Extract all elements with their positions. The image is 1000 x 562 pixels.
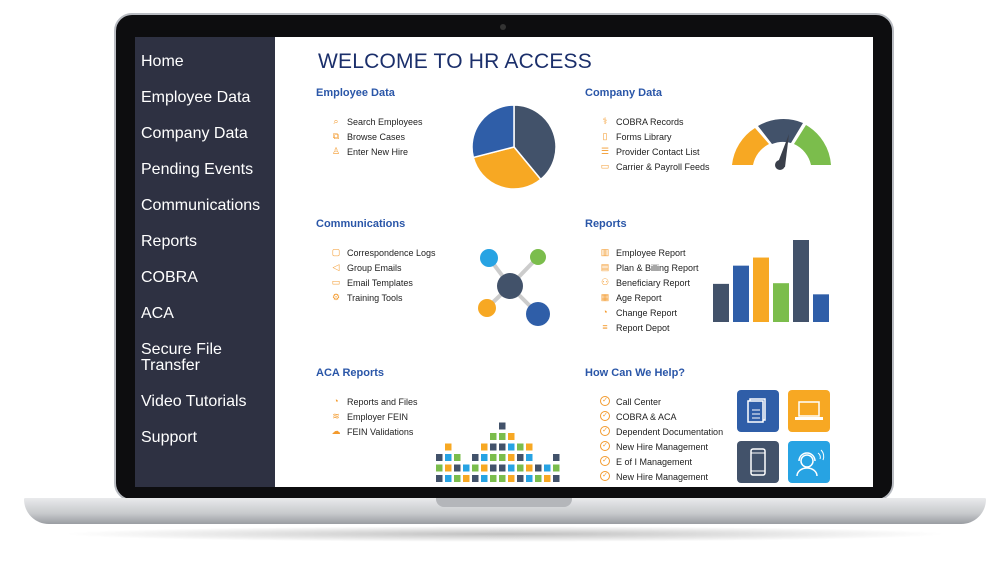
- mosaic-square: [472, 464, 479, 472]
- mosaic-square: [508, 454, 515, 461]
- mobile-tile[interactable]: [737, 441, 779, 483]
- mosaic-square: [544, 464, 551, 472]
- mosaic-square: [445, 475, 452, 482]
- mosaic-square: [544, 475, 551, 482]
- mosaic-square: [526, 464, 533, 472]
- mosaic-square: [481, 464, 488, 472]
- document-icon: [747, 398, 766, 423]
- mosaic-square: [508, 475, 515, 482]
- mosaic-square: [517, 454, 524, 461]
- mosaic-square: [553, 464, 560, 472]
- mosaic-square: [490, 464, 497, 472]
- report-bar: [753, 257, 769, 322]
- mosaic-square: [445, 464, 452, 472]
- report-bar: [713, 283, 729, 322]
- mosaic-square: [454, 464, 461, 472]
- headset-icon: [796, 449, 825, 477]
- mosaic-square: [517, 475, 524, 482]
- mosaic-square: [490, 433, 497, 440]
- mosaic-square: [436, 464, 443, 472]
- mosaic-square: [499, 454, 506, 461]
- support-tile[interactable]: [788, 441, 830, 483]
- mosaic-square: [490, 443, 497, 451]
- mosaic-square: [499, 422, 506, 430]
- gauge-segment-green: [794, 125, 831, 165]
- laptop-tile[interactable]: [788, 390, 830, 432]
- gauge-segment-orange: [732, 128, 769, 165]
- network-node: [478, 299, 496, 317]
- mosaic-square: [481, 443, 488, 451]
- report-bar: [813, 294, 829, 322]
- network-node: [526, 302, 550, 326]
- mosaic-square: [526, 443, 533, 451]
- mosaic-square: [463, 464, 470, 472]
- aca-mosaic-graphic: [436, 422, 560, 482]
- mosaic-square: [526, 454, 533, 461]
- mosaic-square: [472, 475, 479, 482]
- laptop-notch: [436, 498, 572, 507]
- mosaic-square: [535, 464, 542, 472]
- mosaic-square: [535, 475, 542, 482]
- mosaic-square: [445, 443, 452, 451]
- mosaic-square: [445, 454, 452, 461]
- mosaic-square: [499, 443, 506, 451]
- report-bar: [793, 240, 809, 322]
- documents-tile[interactable]: [737, 390, 779, 432]
- mosaic-square: [436, 475, 443, 482]
- mosaic-square: [517, 443, 524, 451]
- mosaic-square: [481, 475, 488, 482]
- report-bar: [733, 265, 749, 322]
- mosaic-square: [508, 464, 515, 472]
- webcam: [500, 24, 506, 30]
- mosaic-square: [499, 475, 506, 482]
- mosaic-square: [508, 443, 515, 451]
- mosaic-square: [517, 464, 524, 472]
- mosaic-square: [499, 464, 506, 472]
- report-bar: [773, 283, 789, 322]
- network-graphic: [478, 249, 550, 326]
- laptop-icon: [795, 401, 823, 420]
- mosaic-square: [436, 454, 443, 461]
- mosaic-square: [499, 433, 506, 440]
- mosaic-square: [454, 475, 461, 482]
- mosaic-square: [508, 433, 515, 440]
- mosaic-square: [553, 475, 560, 482]
- report-bars-graphic: [713, 240, 829, 322]
- network-node: [530, 249, 546, 265]
- pie-graphic: [471, 104, 557, 190]
- laptop-shadow: [60, 526, 950, 542]
- mosaic-square: [454, 454, 461, 461]
- network-hub: [497, 273, 523, 299]
- mosaic-square: [472, 454, 479, 461]
- mosaic-square: [526, 475, 533, 482]
- gauge-graphic: [732, 119, 831, 170]
- mosaic-square: [481, 454, 488, 461]
- phone-icon: [750, 448, 766, 476]
- network-node: [480, 249, 498, 267]
- mosaic-square: [463, 475, 470, 482]
- mosaic-square: [553, 454, 560, 461]
- mosaic-square: [490, 475, 497, 482]
- mosaic-square: [490, 454, 497, 461]
- screen: Home Employee Data Company Data Pending …: [135, 37, 873, 487]
